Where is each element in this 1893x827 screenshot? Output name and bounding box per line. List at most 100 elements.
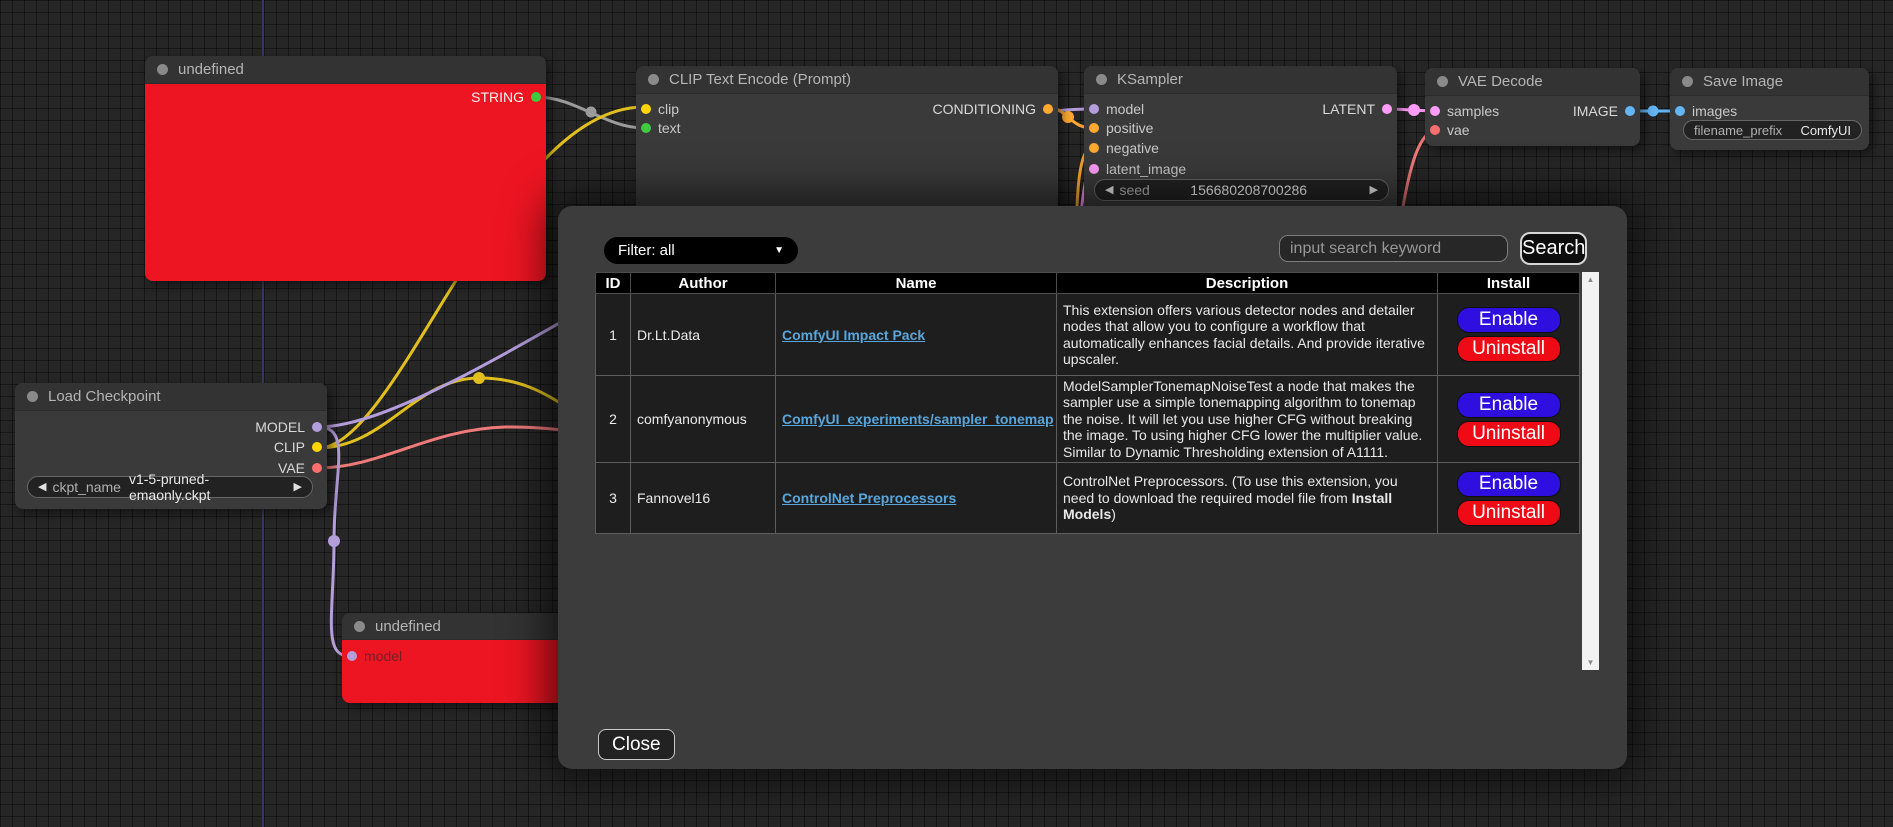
node-title: VAE Decode xyxy=(1458,73,1543,90)
input-port-positive[interactable]: positive xyxy=(1089,119,1153,137)
port-dot-vae[interactable] xyxy=(1430,125,1440,135)
node-title: undefined xyxy=(375,618,441,635)
input-port-clip[interactable]: clip xyxy=(641,100,679,118)
input-port-text[interactable]: text xyxy=(641,119,681,137)
enable-button[interactable]: Enable xyxy=(1457,307,1561,333)
widget-arrow-left-icon[interactable]: ◀ xyxy=(1105,185,1113,196)
widget-arrow-right-icon[interactable]: ▶ xyxy=(294,482,302,493)
node-title: undefined xyxy=(178,61,244,78)
widget-arrow-left-icon[interactable]: ◀ xyxy=(38,482,46,493)
output-port-image[interactable]: IMAGE xyxy=(1573,102,1635,120)
input-port-samples[interactable]: samples xyxy=(1430,102,1499,120)
enable-button[interactable]: Enable xyxy=(1457,392,1561,418)
scroll-down-icon[interactable]: ▼ xyxy=(1587,655,1595,670)
output-port-string[interactable]: STRING xyxy=(471,88,541,106)
node-title-bar[interactable]: CLIP Text Encode (Prompt) xyxy=(636,66,1058,94)
port-dot-model[interactable] xyxy=(1089,104,1099,114)
col-header-author: Author xyxy=(631,273,776,294)
enable-button[interactable]: Enable xyxy=(1457,471,1561,497)
close-button[interactable]: Close xyxy=(598,729,675,760)
reroute-dot[interactable] xyxy=(1062,111,1074,123)
col-header-description: Description xyxy=(1057,273,1438,294)
node-collapse-dot[interactable] xyxy=(354,621,365,632)
comfyui-canvas[interactable]: undefined STRING CLIP Text Encode (Promp… xyxy=(0,0,1893,827)
port-dot-vae[interactable] xyxy=(312,463,322,473)
port-dot-string[interactable] xyxy=(641,123,651,133)
node-undefined-bottom[interactable]: undefined model xyxy=(342,613,588,703)
output-port-clip[interactable]: CLIP xyxy=(274,438,322,456)
cell-description: ControlNet Preprocessors. (To use this e… xyxy=(1057,463,1438,534)
node-collapse-dot[interactable] xyxy=(27,391,38,402)
ckpt-name-widget[interactable]: ◀ ckpt_name v1-5-pruned-emaonly.ckpt ▶ xyxy=(27,476,313,498)
port-dot-model[interactable] xyxy=(347,651,357,661)
node-collapse-dot[interactable] xyxy=(1096,74,1107,85)
input-port-images[interactable]: images xyxy=(1675,102,1737,120)
node-collapse-dot[interactable] xyxy=(157,64,168,75)
table-scrollbar[interactable]: ▲ ▼ xyxy=(1582,272,1599,670)
port-dot-conditioning[interactable] xyxy=(1043,104,1053,114)
search-input[interactable] xyxy=(1279,235,1508,262)
filter-select[interactable]: Filter: all ▼ xyxy=(604,237,798,264)
filename-prefix-widget[interactable]: filename_prefix ComfyUI xyxy=(1683,120,1862,140)
input-port-negative[interactable]: negative xyxy=(1089,139,1159,157)
search-button[interactable]: Search xyxy=(1520,232,1587,265)
port-dot-string[interactable] xyxy=(531,92,541,102)
node-title: Load Checkpoint xyxy=(48,388,161,405)
reroute-dot[interactable] xyxy=(586,107,597,118)
node-title-bar[interactable]: undefined xyxy=(342,613,588,640)
scroll-up-icon[interactable]: ▲ xyxy=(1587,272,1595,287)
port-dot-conditioning[interactable] xyxy=(1089,143,1099,153)
reroute-dot[interactable] xyxy=(1648,106,1659,117)
port-dot-model[interactable] xyxy=(312,422,322,432)
node-title: KSampler xyxy=(1117,71,1183,88)
port-dot-latent[interactable] xyxy=(1382,104,1392,114)
node-collapse-dot[interactable] xyxy=(648,74,659,85)
node-load-checkpoint[interactable]: Load Checkpoint MODEL CLIP VAE ◀ ckpt_na… xyxy=(15,383,327,509)
node-undefined-top[interactable]: undefined STRING xyxy=(145,56,546,281)
table-row: 2 comfyanonymous ComfyUI_experiments/sam… xyxy=(596,376,1580,463)
node-title-bar[interactable]: Save Image xyxy=(1670,68,1869,96)
cell-id: 2 xyxy=(596,376,631,463)
seed-widget[interactable]: ◀ seed 156680208700286 ▶ xyxy=(1094,179,1389,201)
port-dot-latent[interactable] xyxy=(1089,164,1099,174)
input-port-vae[interactable]: vae xyxy=(1430,121,1470,139)
extension-link[interactable]: ControlNet Preprocessors xyxy=(782,490,956,506)
reroute-dot[interactable] xyxy=(328,535,340,547)
node-title-bar[interactable]: undefined xyxy=(145,56,546,84)
extension-link[interactable]: ComfyUI_experiments/sampler_tonemap xyxy=(782,411,1054,427)
input-port-model[interactable]: model xyxy=(1089,100,1144,118)
port-dot-image[interactable] xyxy=(1675,106,1685,116)
node-collapse-dot[interactable] xyxy=(1437,76,1448,87)
output-port-model[interactable]: MODEL xyxy=(255,418,322,436)
widget-arrow-right-icon[interactable]: ▶ xyxy=(1370,185,1378,196)
node-save-image[interactable]: Save Image images filename_prefix ComfyU… xyxy=(1670,68,1869,150)
port-dot-image[interactable] xyxy=(1625,106,1635,116)
uninstall-button[interactable]: Uninstall xyxy=(1457,500,1561,526)
uninstall-button[interactable]: Uninstall xyxy=(1457,421,1561,447)
extension-link[interactable]: ComfyUI Impact Pack xyxy=(782,327,925,343)
node-title-bar[interactable]: VAE Decode xyxy=(1425,68,1640,96)
cell-author: Dr.Lt.Data xyxy=(631,294,776,376)
node-ksampler[interactable]: KSampler model positive negative latent_… xyxy=(1084,66,1397,216)
cell-description: This extension offers various detector n… xyxy=(1057,294,1438,376)
reroute-dot[interactable] xyxy=(473,372,485,384)
cell-author: comfyanonymous xyxy=(631,376,776,463)
node-title-bar[interactable]: Load Checkpoint xyxy=(15,383,327,411)
input-port-latent-image[interactable]: latent_image xyxy=(1089,160,1186,178)
input-port-model[interactable]: model xyxy=(347,647,402,665)
node-title-bar[interactable]: KSampler xyxy=(1084,66,1397,94)
table-row: 1 Dr.Lt.Data ComfyUI Impact Pack This ex… xyxy=(596,294,1580,376)
port-dot-clip[interactable] xyxy=(312,442,322,452)
uninstall-button[interactable]: Uninstall xyxy=(1457,336,1561,362)
node-vae-decode[interactable]: VAE Decode samples vae IMAGE xyxy=(1425,68,1640,146)
port-dot-conditioning[interactable] xyxy=(1089,123,1099,133)
cell-author: Fannovel16 xyxy=(631,463,776,534)
reroute-dot[interactable] xyxy=(1408,104,1420,116)
node-clip-text-encode[interactable]: CLIP Text Encode (Prompt) clip text COND… xyxy=(636,66,1058,228)
port-dot-latent[interactable] xyxy=(1430,106,1440,116)
port-dot-clip[interactable] xyxy=(641,104,651,114)
output-port-latent[interactable]: LATENT xyxy=(1322,100,1392,118)
chevron-down-icon: ▼ xyxy=(774,245,784,256)
node-collapse-dot[interactable] xyxy=(1682,76,1693,87)
output-port-conditioning[interactable]: CONDITIONING xyxy=(933,100,1053,118)
